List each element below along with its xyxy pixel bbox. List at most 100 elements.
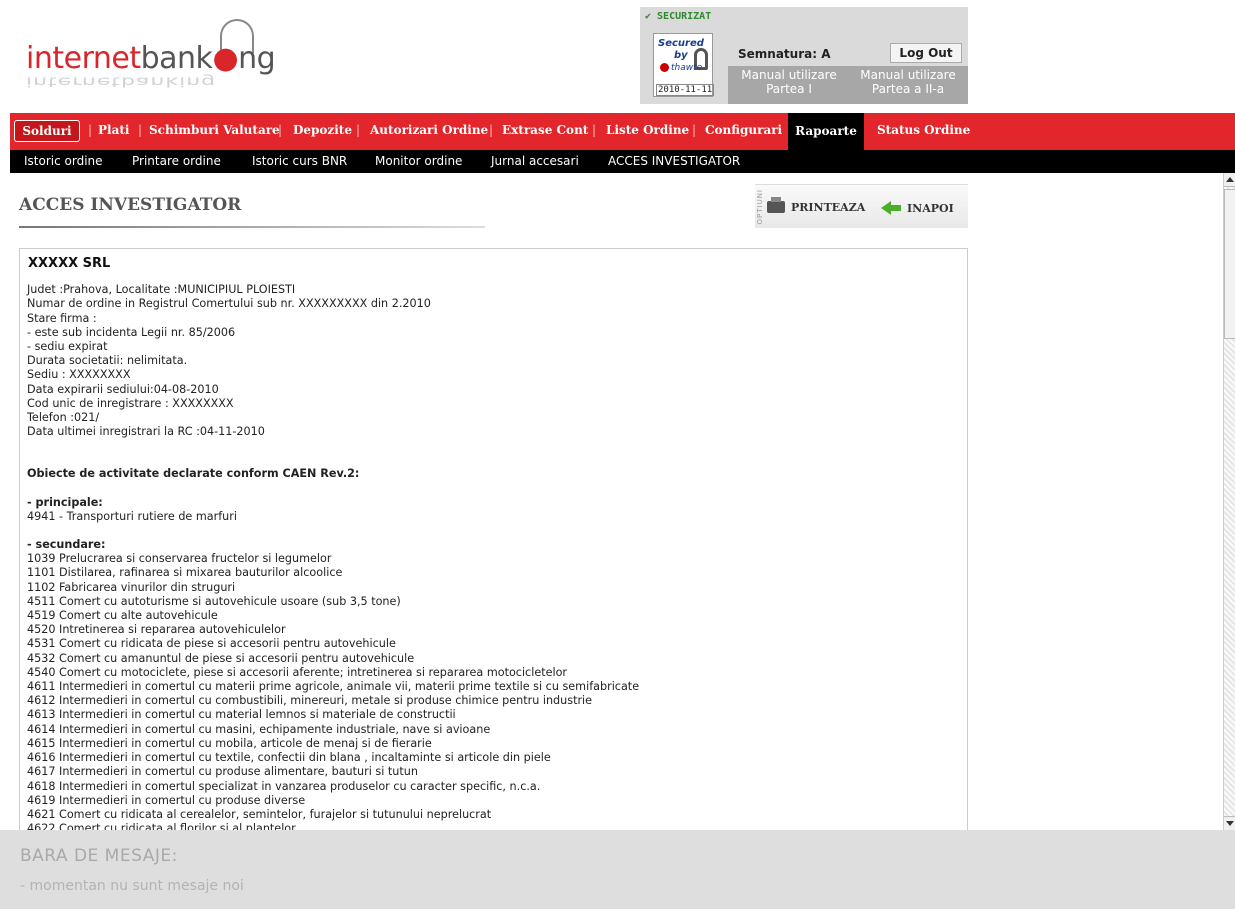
list-item: Judet :Prahova, Localitate :MUNICIPIUL P… (27, 283, 296, 297)
secondary-heading: - secundare: (27, 538, 106, 552)
nav-separator: | (489, 123, 494, 137)
list-item: 1101 Distilarea, rafinarea si mixarea ba… (27, 566, 343, 580)
principal-heading: - principale: (27, 495, 103, 509)
manual-part2-link[interactable]: Manual utilizare Partea a II-a (853, 68, 963, 96)
subnav-item-monitor-ordine[interactable]: Monitor ordine (375, 154, 462, 168)
list-item: 4611 Intermedieri in comertul cu materii… (27, 680, 640, 694)
company-info: Judet :Prahova, Localitate :MUNICIPIUL P… (27, 283, 960, 439)
manual-part1-link[interactable]: Manual utilizare Partea I (734, 68, 844, 96)
list-item: 4511 Comert cu autoturisme si autovehicu… (27, 594, 401, 608)
scroll-thumb[interactable] (1224, 189, 1235, 339)
print-label: PRINTEAZA (791, 201, 866, 214)
list-item: Numar de ordine in Registrul Comertului … (27, 297, 431, 311)
subnav-item-istoric-ordine[interactable]: Istoric ordine (24, 154, 103, 168)
principal-activities: 4941 - Transporturi rutiere de marfuri (27, 510, 960, 524)
thawte-seal[interactable]: Secured by thawte 2010-11-11 (653, 33, 715, 97)
signature-label: Semnatura: A (738, 47, 831, 61)
list-item: Stare firma : (27, 311, 97, 325)
list-item: 4532 Comert cu amanuntul de piese si acc… (27, 651, 415, 665)
back-label: INAPOI (907, 202, 954, 215)
list-item: 4619 Intermedieri in comertul cu produse… (27, 793, 306, 807)
list-item: 4613 Intermedieri in comertul cu materia… (27, 708, 456, 722)
manual-part1-line2: Partea I (766, 82, 812, 96)
message-bar-text: - momentan nu sunt mesaje noi (20, 878, 244, 894)
nav-separator: | (356, 123, 361, 137)
list-item: 4621 Comert cu ridicata al cerealelor, s… (27, 807, 492, 821)
list-item: Sediu : XXXXXXXX (27, 368, 131, 382)
logo-text-bank: bank (140, 41, 213, 76)
subnav-item-printare-ordine[interactable]: Printare ordine (132, 154, 221, 168)
nav-separator: | (88, 123, 93, 137)
nav-item-configurari[interactable]: Configurari (705, 123, 782, 143)
printer-icon (767, 197, 785, 213)
logo-text-ng: ng (238, 41, 276, 76)
logo-text: internetbank●ng (26, 41, 276, 76)
list-item: Telefon :021/ (27, 411, 100, 425)
logo-reflection: internetbanking (26, 74, 217, 89)
thawte-logo-icon (660, 63, 669, 72)
main-nav: Solduri | Plati | Schimburi Valutare | D… (10, 113, 1235, 150)
header: internetbank●ng internetbanking ✔ SECURI… (10, 5, 1235, 113)
seal-date: 2010-11-11 (656, 84, 715, 96)
nav-item-autorizari-ordine[interactable]: Autorizari Ordine (370, 123, 488, 143)
list-item: 4615 Intermedieri in comertul cu mobila,… (27, 736, 432, 750)
seal-brand: thawte (660, 63, 702, 73)
list-item: 4520 Intretinerea si repararea autovehic… (27, 623, 286, 637)
list-item: 4519 Comert cu alte autovehicule (27, 609, 218, 623)
list-item: 4941 - Transporturi rutiere de marfuri (27, 509, 237, 523)
scroll-up-arrow-icon[interactable] (1224, 173, 1235, 187)
list-item: - sediu expirat (27, 340, 108, 354)
scroll-down-arrow-icon[interactable] (1224, 816, 1235, 830)
options-label: OPTIUNI (756, 189, 764, 225)
vertical-scrollbar[interactable] (1223, 173, 1235, 830)
nav-item-status-ordine[interactable]: Status Ordine (877, 123, 970, 143)
list-item: 4614 Intermedieri in comertul cu masini,… (27, 722, 491, 736)
secondary-activities: 1039 Prelucrarea si conservarea fructelo… (27, 552, 960, 830)
list-item: 4540 Comert cu motociclete, piese si acc… (27, 665, 568, 679)
manuals-bar: Manual utilizare Partea I Manual utiliza… (728, 66, 968, 104)
subnav-item-istoric-curs-bnr[interactable]: Istoric curs BNR (252, 154, 347, 168)
nav-item-solduri[interactable]: Solduri (14, 120, 80, 142)
list-item: 4612 Intermedieri in comertul cu combust… (27, 694, 593, 708)
nav-item-depozite[interactable]: Depozite (293, 123, 352, 143)
caen-heading: Obiecte de activitate declarate conform … (27, 467, 360, 481)
manual-part2-line1: Manual utilizare (860, 68, 956, 82)
company-name: XXXXX SRL (28, 256, 111, 271)
list-item: 4618 Intermedieri in comertul specializa… (27, 779, 541, 793)
message-bar-title: BARA DE MESAJE: (20, 846, 178, 866)
internetbanking-logo[interactable]: internetbank●ng internetbanking (26, 19, 286, 109)
nav-item-rapoarte[interactable]: Rapoarte (788, 113, 864, 150)
nav-item-extrase-cont[interactable]: Extrase Cont (502, 123, 588, 143)
list-item: 4531 Comert cu ridicata de piese si acce… (27, 637, 396, 651)
list-item: Durata societatii: nelimitata. (27, 354, 188, 368)
secured-label: ✔ SECURIZAT (645, 11, 712, 22)
seal-text-by: by (674, 50, 688, 61)
manual-part2-line2: Partea a II-a (871, 82, 945, 96)
nav-item-liste-ordine[interactable]: Liste Ordine (606, 123, 689, 143)
logout-button[interactable]: Log Out (890, 43, 962, 63)
nav-separator: | (692, 123, 697, 137)
seal-text-secured: Secured (658, 38, 704, 49)
page-title: ACCES INVESTIGATOR (19, 195, 242, 215)
nav-separator: | (278, 123, 283, 137)
subnav-item-acces-investigator[interactable]: ACCES INVESTIGATOR (608, 154, 740, 168)
subnav-item-jurnal-accesari[interactable]: Jurnal accesari (491, 154, 579, 168)
logo-keyhole-icon: ● (212, 41, 239, 76)
list-item: - este sub incidenta Legii nr. 85/2006 (27, 325, 236, 339)
list-item: 4617 Intermedieri in comertul cu produse… (27, 765, 418, 779)
message-bar: BARA DE MESAJE: - momentan nu sunt mesaj… (0, 830, 1235, 909)
nav-item-plati[interactable]: Plati (98, 123, 129, 143)
nav-item-schimburi-valutare[interactable]: Schimburi Valutare (149, 123, 280, 143)
back-arrow-tail (891, 205, 901, 211)
back-button[interactable]: INAPOI (881, 201, 954, 215)
report-panel: XXXXX SRL Judet :Prahova, Localitate :MU… (19, 248, 968, 830)
security-panel: ✔ SECURIZAT Secured by thawte 2010-11-11 (640, 7, 728, 104)
seal-brand-text: thawte (671, 63, 703, 73)
back-arrow-icon (881, 201, 891, 215)
print-button[interactable]: PRINTEAZA (767, 197, 866, 214)
title-divider (19, 226, 485, 228)
